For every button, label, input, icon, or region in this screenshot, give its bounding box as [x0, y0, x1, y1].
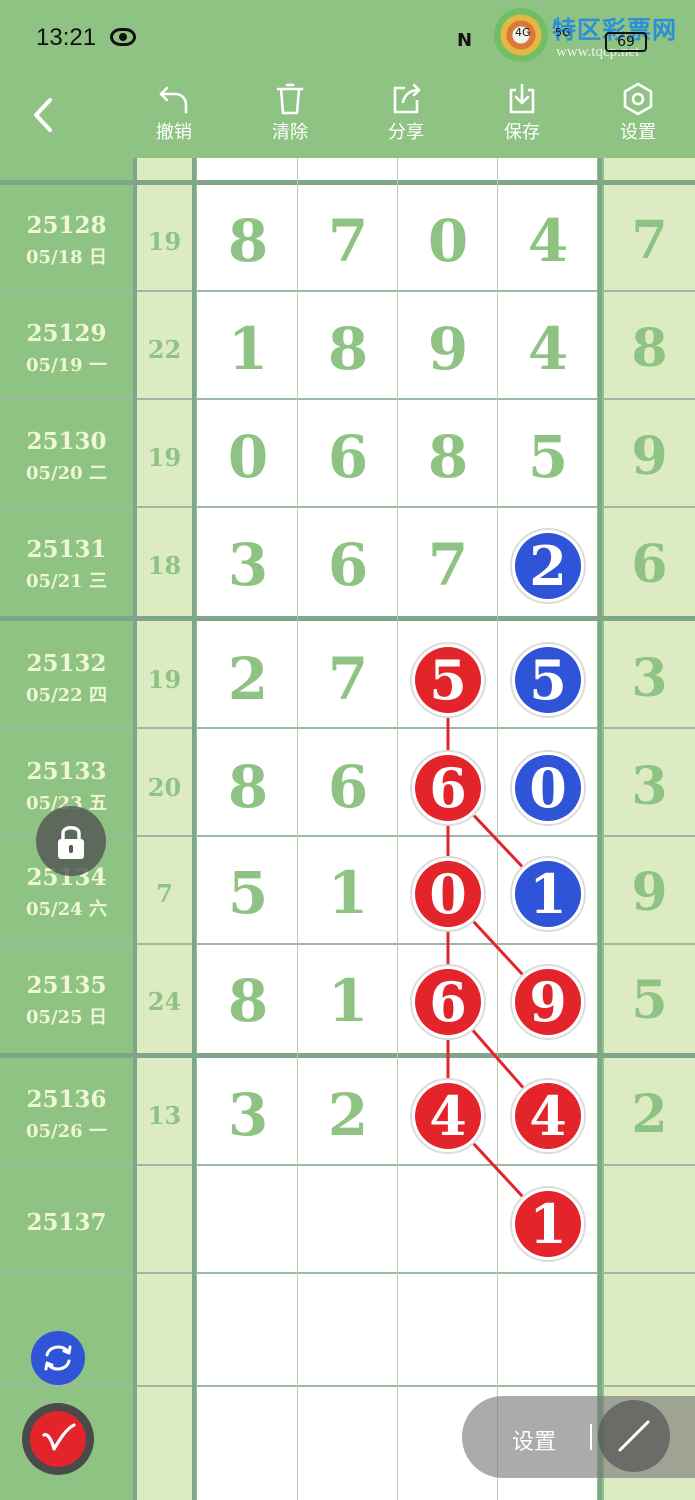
- red-mark[interactable]: 1: [510, 1186, 586, 1262]
- refresh-icon: [44, 1345, 72, 1371]
- red-mark[interactable]: 6: [410, 964, 486, 1040]
- download-icon: [509, 83, 535, 114]
- clear-button[interactable]: 清除: [250, 82, 330, 150]
- settings-label: 设置: [620, 122, 656, 143]
- marked-digit: 4: [529, 1084, 567, 1148]
- undo-label: 撤销: [156, 122, 192, 143]
- blue-mark[interactable]: 0: [510, 750, 586, 826]
- status-time: 13:21: [36, 24, 97, 51]
- marked-digit: 9: [529, 970, 567, 1034]
- marked-digit: 2: [529, 534, 567, 598]
- red-mark[interactable]: 0: [410, 856, 486, 932]
- red-mark[interactable]: 6: [410, 750, 486, 826]
- marked-digit: 6: [429, 756, 467, 820]
- top-bar: 13:21 特区彩票网 www.tqcp.net N 4G 5G 69 撤销 清…: [0, 0, 695, 158]
- marked-digit: 0: [429, 862, 467, 926]
- signal-label-1: 4G: [515, 26, 531, 39]
- red-mark[interactable]: 9: [510, 964, 586, 1040]
- save-label: 保存: [504, 122, 540, 143]
- blue-mark[interactable]: 2: [510, 528, 586, 604]
- nfc-icon: N: [457, 30, 473, 51]
- floating-settings-button[interactable]: 设置: [512, 1424, 556, 1456]
- share-label: 分享: [388, 122, 424, 143]
- back-icon[interactable]: [24, 92, 64, 138]
- eye-icon: [110, 28, 136, 46]
- red-mark[interactable]: 5: [410, 642, 486, 718]
- marked-digit: 1: [529, 862, 567, 926]
- marked-digit: 5: [429, 648, 467, 712]
- line-tool-icon: [618, 1420, 650, 1452]
- floating-divider: [590, 1424, 592, 1450]
- marked-digit: 6: [429, 970, 467, 1034]
- lock-button[interactable]: [36, 806, 106, 876]
- signal-label-2: 5G: [555, 26, 571, 39]
- marked-digit: 0: [529, 756, 567, 820]
- status-icons: N 4G 5G 69: [457, 14, 687, 64]
- undo-icon: [159, 86, 188, 114]
- trash-icon: [276, 83, 304, 115]
- lock-icon: [58, 826, 84, 859]
- blue-mark[interactable]: 5: [510, 642, 586, 718]
- gear-icon: [623, 82, 653, 116]
- marked-digit: 1: [529, 1192, 567, 1256]
- share-button[interactable]: 分享: [366, 82, 446, 150]
- red-mark[interactable]: 4: [410, 1078, 486, 1154]
- floating-tool-menu: 设置: [462, 1396, 695, 1478]
- clear-label: 清除: [272, 122, 308, 143]
- undo-button[interactable]: 撤销: [134, 82, 214, 150]
- blue-mark[interactable]: 1: [510, 856, 586, 932]
- settings-button[interactable]: 设置: [598, 82, 678, 150]
- save-button[interactable]: 保存: [482, 82, 562, 150]
- pen-color-swatch: [30, 1411, 86, 1467]
- pen-button[interactable]: [22, 1403, 94, 1475]
- battery-level: 69: [605, 32, 647, 52]
- marked-digit: 4: [429, 1084, 467, 1148]
- pen-stroke-icon: [42, 1423, 76, 1451]
- marked-digit: 5: [529, 648, 567, 712]
- red-mark[interactable]: 4: [510, 1078, 586, 1154]
- share-icon: [393, 83, 421, 114]
- line-tool-button[interactable]: [598, 1400, 670, 1472]
- refresh-button[interactable]: [31, 1331, 85, 1385]
